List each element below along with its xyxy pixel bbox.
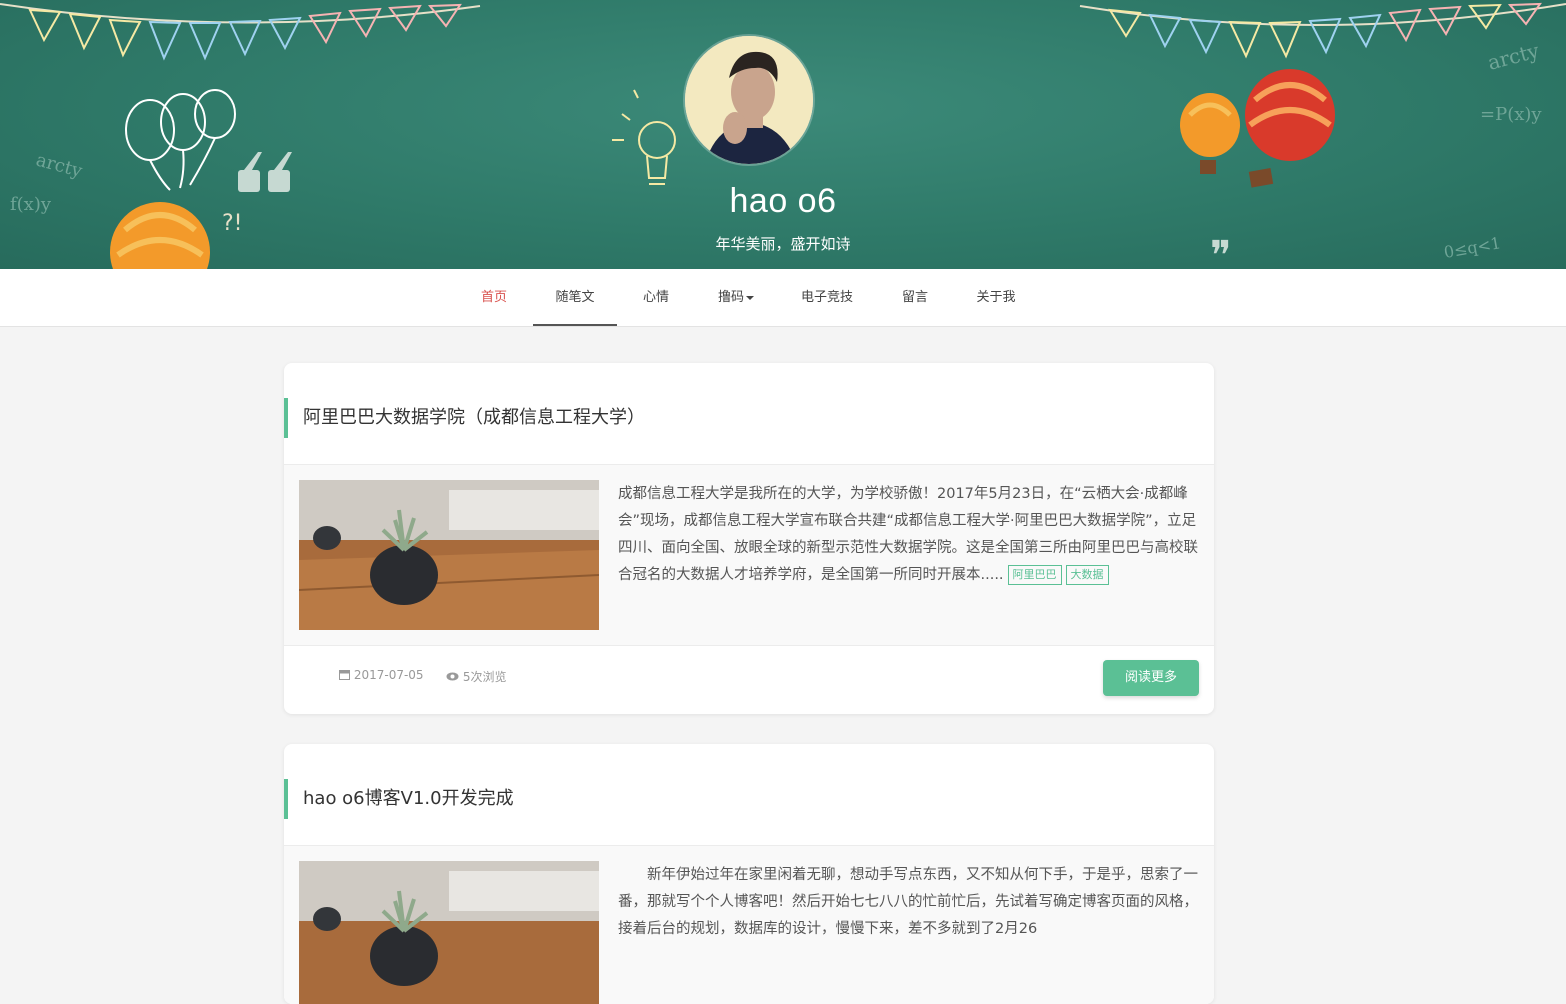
balloon-sketch [125, 89, 236, 191]
bunting-left [0, 3, 481, 61]
bunting-right [1079, 2, 1566, 59]
nav-item-about[interactable]: 关于我 [970, 269, 1022, 326]
plant-on-table-image [299, 861, 599, 1004]
post-views: 5次浏览 [446, 668, 506, 685]
balloon-right-big [1245, 69, 1335, 188]
read-more-button[interactable]: 阅读更多 [1103, 660, 1199, 696]
post-excerpt-text: 成都信息工程大学是我所在的大学，为学校骄傲！2017年5月23日，在“云栖大会·… [618, 486, 1198, 583]
post-date: 2017-07-05 [339, 668, 424, 682]
nav-item-code-dropdown[interactable]: 撸码 [712, 269, 760, 326]
site-title: hao o6 [729, 182, 837, 220]
post-thumbnail[interactable] [299, 861, 599, 1004]
eye-icon [446, 672, 459, 681]
nav-item-code-label: 撸码 [717, 290, 744, 305]
tag-badge[interactable]: 大数据 [1065, 565, 1109, 585]
calendar-icon [339, 670, 350, 680]
svg-text:arcty: arcty [34, 150, 85, 183]
lightbulb-sketch [612, 89, 676, 185]
balloon-right-small [1180, 93, 1240, 174]
nav-item-guestbook[interactable]: 留言 [896, 269, 934, 326]
nav-item-mood[interactable]: 心情 [636, 269, 676, 326]
nav-item-esports[interactable]: 电子竞技 [795, 269, 859, 326]
plant-on-table-image [299, 480, 599, 630]
svg-text:arcty: arcty [1485, 38, 1542, 75]
post-card: hao o6博客V1.0开发完成 新年伊始过年在家里闲着无聊，想动手写点东西，又… [284, 744, 1214, 1004]
post-thumbnail[interactable] [299, 480, 599, 630]
avatar[interactable] [685, 36, 813, 164]
post-excerpt: 新年伊始过年在家里闲着无聊，想动手写点东西，又不知从何下手，于是乎，思索了一番，… [618, 862, 1198, 943]
tag-badge[interactable]: 阿里巴巴 [1007, 565, 1062, 585]
avatar-portrait-image [685, 36, 813, 164]
post-body: 新年伊始过年在家里闲着无聊，想动手写点东西，又不知从何下手，于是乎，思索了一番，… [284, 845, 1214, 1004]
post-card: 阿里巴巴大数据学院（成都信息工程大学） 成都信息工程大学是我所在的大学，为学校骄… [284, 363, 1214, 714]
post-date-text: 2017-07-05 [353, 668, 424, 682]
post-excerpt-text: 新年伊始过年在家里闲着无聊，想动手写点东西，又不知从何下手，于是乎，思索了一番，… [618, 867, 1198, 937]
header-banner: ?! arcty f(x)y arcty =P(x)y 0≤q<1 ❞ hao … [0, 0, 1566, 269]
svg-text:=P(x)y: =P(x)y [1480, 104, 1542, 125]
nav-item-essays[interactable]: 随笔文 [533, 269, 617, 326]
post-title[interactable]: 阿里巴巴大数据学院（成都信息工程大学） [284, 398, 645, 438]
post-body: 成都信息工程大学是我所在的大学，为学校骄傲！2017年5月23日，在“云栖大会·… [284, 464, 1214, 646]
post-excerpt: 成都信息工程大学是我所在的大学，为学校骄傲！2017年5月23日，在“云栖大会·… [618, 481, 1198, 589]
caret-down-icon [746, 295, 754, 300]
post-title[interactable]: hao o6博客V1.0开发完成 [284, 779, 514, 819]
post-views-text: 5次浏览 [462, 670, 507, 684]
site-subtitle: 年华美丽，盛开如诗 [715, 235, 851, 253]
main-nav: 首页 随笔文 心情 撸码 电子竞技 留言 关于我 [0, 269, 1566, 327]
nav-item-home[interactable]: 首页 [474, 269, 514, 326]
